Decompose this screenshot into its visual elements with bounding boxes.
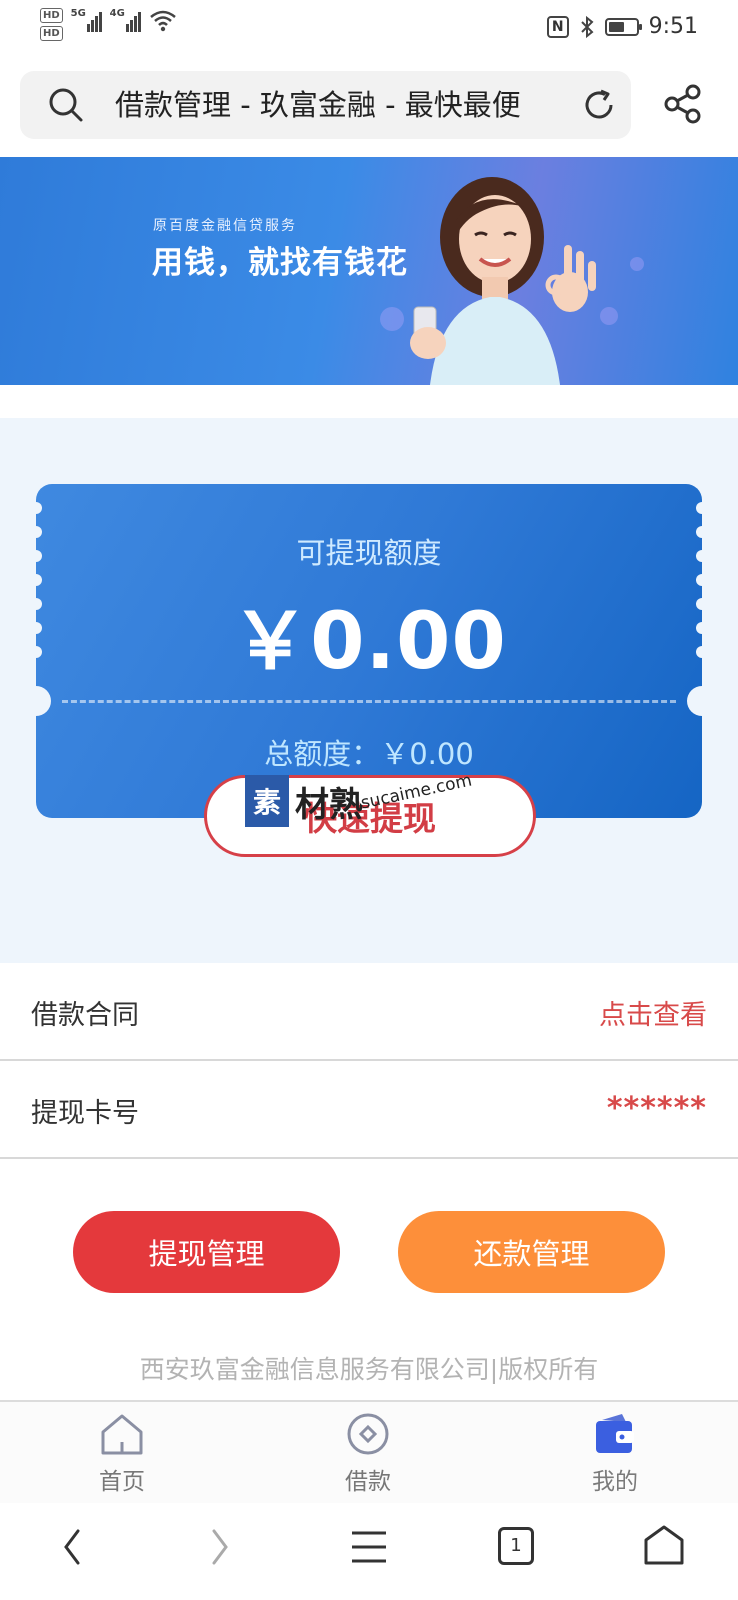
watermark-logo: 素 xyxy=(245,775,289,827)
reload-icon[interactable] xyxy=(581,87,617,123)
menu-icon[interactable] xyxy=(350,1527,388,1567)
browser-toolbar: 1 xyxy=(0,1503,738,1600)
tab-home-label: 首页 xyxy=(99,1469,145,1495)
total-credit: 总额度：￥0.00 xyxy=(264,737,474,771)
network-type-label: 5G xyxy=(70,8,86,19)
ticket-divider xyxy=(62,700,676,703)
tab-loan[interactable]: 借款 xyxy=(308,1412,428,1496)
clock: 9:51 xyxy=(648,14,698,39)
tab-mine-label: 我的 xyxy=(592,1469,638,1495)
card-number-label: 提现卡号 xyxy=(31,1098,139,1129)
nfc-icon: N xyxy=(546,15,569,38)
bottom-tab-bar: 首页 借款 我的 xyxy=(0,1400,738,1503)
withdraw-management-button[interactable]: 提现管理 xyxy=(73,1211,340,1293)
watermark: 素 材熟 xyxy=(245,775,363,827)
back-icon[interactable] xyxy=(60,1527,84,1567)
card-number-value: ****** xyxy=(606,1091,707,1126)
tab-mine[interactable]: 我的 xyxy=(555,1412,675,1496)
status-bar: HD HD 5G 4G N 9:51 xyxy=(0,0,738,58)
repayment-management-button[interactable]: 还款管理 xyxy=(398,1211,665,1293)
available-credit-amount: ￥0.00 xyxy=(231,597,507,687)
loan-icon xyxy=(347,1413,389,1455)
hd-badge-2: HD xyxy=(40,26,63,41)
banner-subtitle: 原百度金融信贷服务 xyxy=(153,218,297,234)
loan-contract-label: 借款合同 xyxy=(31,1000,139,1031)
woman-photo xyxy=(410,177,596,385)
network-type-label-2: 4G xyxy=(109,8,125,19)
tab-switcher-button[interactable]: 1 xyxy=(498,1527,534,1565)
tab-home[interactable]: 首页 xyxy=(62,1412,182,1496)
banner-title: 用钱，就找有钱花 xyxy=(152,245,408,281)
promo-banner[interactable]: 原百度金融信贷服务 用钱，就找有钱花 xyxy=(0,157,738,385)
loan-contract-row[interactable]: 借款合同 点击查看 xyxy=(0,963,738,1061)
wifi-icon xyxy=(149,10,176,32)
search-icon[interactable] xyxy=(48,87,84,123)
page-title[interactable]: 借款管理 - 玖富金融 - 最快最便 xyxy=(115,87,565,123)
home-nav-icon[interactable] xyxy=(642,1523,686,1567)
tab-loan-label: 借款 xyxy=(345,1469,391,1495)
view-contract-link[interactable]: 点击查看 xyxy=(599,993,707,1032)
signal-4g-icon: 4G xyxy=(110,8,141,32)
bluetooth-icon xyxy=(580,15,594,38)
copyright-text: 西安玖富金融信息服务有限公司|版权所有 xyxy=(139,1355,599,1384)
credit-ticket: 可提现额度 ￥0.00 总额度：￥0.00 xyxy=(36,484,702,818)
hd-badge-1: HD xyxy=(40,8,63,23)
battery-level xyxy=(608,21,625,32)
forward-icon[interactable] xyxy=(208,1527,232,1567)
home-icon xyxy=(101,1414,143,1455)
status-right: N 9:51 xyxy=(546,14,698,39)
share-icon[interactable] xyxy=(664,84,702,124)
address-bar[interactable]: 借款管理 - 玖富金融 - 最快最便 xyxy=(20,71,631,139)
wallet-icon xyxy=(596,1414,634,1453)
available-credit-label: 可提现额度 xyxy=(296,536,442,570)
status-left: HD HD 5G 4G xyxy=(40,8,177,41)
watermark-text: 材熟 xyxy=(295,784,363,825)
card-number-row: 提现卡号 ****** xyxy=(0,1061,738,1159)
signal-5g-icon: 5G xyxy=(71,8,102,32)
battery-icon xyxy=(604,17,642,36)
